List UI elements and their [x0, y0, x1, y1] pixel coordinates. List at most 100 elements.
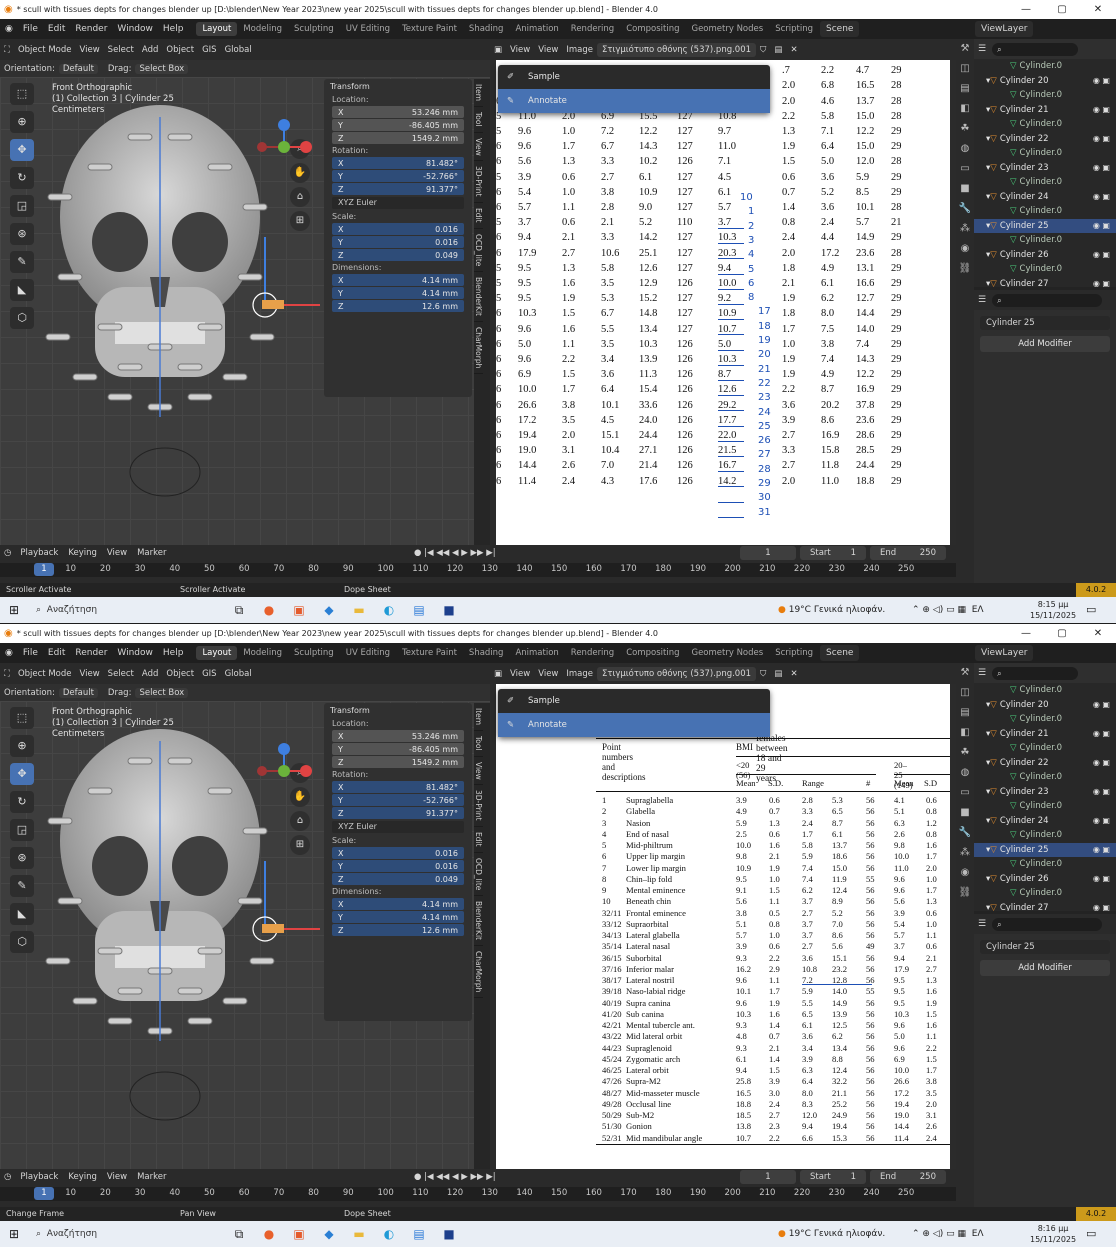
- start-frame-field[interactable]: Start 1: [800, 546, 866, 560]
- visibility-eye-icon[interactable]: ◉ ▣: [1093, 250, 1110, 259]
- outliner-object[interactable]: ▾ ▽ Cylinder 22 ◉ ▣: [974, 756, 1116, 771]
- outliner-object[interactable]: ▾ ▽ Cylinder 21 ◉ ▣: [974, 103, 1116, 118]
- selected-cylinder-25[interactable]: [262, 924, 284, 933]
- visibility-eye-icon[interactable]: ◉ ▣: [1093, 787, 1110, 796]
- workspace-tab-texture-paint[interactable]: Texture Paint: [396, 22, 463, 36]
- tool-annotate[interactable]: ✎ Annotate: [498, 89, 770, 113]
- outliner-mesh-data[interactable]: ▽ Cylinder.0: [974, 799, 1116, 814]
- add-modifier-button[interactable]: Add Modifier: [980, 960, 1110, 976]
- collection-props-icon[interactable]: ▭: [956, 159, 974, 179]
- app-icon-1[interactable]: ▣: [284, 603, 314, 617]
- weather-widget[interactable]: ● 19°C Γενικά ηλιοφάν.: [778, 597, 885, 623]
- scale-z[interactable]: Z 0.049: [332, 249, 464, 261]
- tissue-cylinder[interactable]: [117, 987, 143, 995]
- image-close-icon[interactable]: ✕: [786, 45, 801, 55]
- view-layer-selector[interactable]: ViewLayer: [975, 21, 1034, 37]
- outliner-object[interactable]: ▾ ▽ Cylinder 24 ◉ ▣: [974, 814, 1116, 829]
- image-name-field[interactable]: Στιγμιότυπο οθόνης (537).png.001: [597, 666, 757, 681]
- minimize-button[interactable]: —: [1008, 0, 1044, 19]
- view-layer-props-icon[interactable]: ◧: [956, 99, 974, 119]
- tissue-cylinder[interactable]: [207, 787, 233, 795]
- firefox-icon[interactable]: ●: [254, 1227, 284, 1241]
- tissue-cylinder[interactable]: [117, 363, 143, 371]
- 3d-viewport[interactable]: ⛶ Object Mode View Select Add Object GIS Global…: [0, 663, 490, 1169]
- tissue-cylinder[interactable]: [45, 957, 71, 965]
- menu-help[interactable]: Help: [158, 24, 189, 34]
- start-frame-field[interactable]: Start 1: [800, 1170, 866, 1184]
- particles-props-icon[interactable]: ⁂: [956, 219, 974, 239]
- tissue-cylinder[interactable]: [47, 193, 73, 201]
- workspace-tab-compositing[interactable]: Compositing: [620, 646, 685, 660]
- rotation-x[interactable]: X 81.482°: [332, 781, 464, 793]
- modifier-props-icon[interactable]: 🔧: [956, 199, 974, 219]
- workspace-tab-layout[interactable]: Layout: [196, 22, 238, 36]
- rotate-tool-icon[interactable]: ↻: [10, 791, 34, 813]
- visibility-eye-icon[interactable]: ◉ ▣: [1093, 221, 1110, 230]
- timeline-editor-icon[interactable]: ◷: [0, 1172, 15, 1182]
- sidebar-tab-view[interactable]: View: [474, 133, 483, 162]
- dimension-x[interactable]: X 4.14 mm: [332, 898, 464, 910]
- close-button[interactable]: ✕: [1080, 0, 1116, 19]
- tissue-cylinder[interactable]: [187, 1017, 213, 1025]
- sidebar-tab-tool[interactable]: Tool: [474, 731, 483, 757]
- outliner-filter-icon[interactable]: ☰: [978, 44, 986, 54]
- outliner-filter-icon[interactable]: ☰: [978, 668, 986, 678]
- ortho-grid-icon[interactable]: ⊞: [290, 211, 310, 231]
- app-icon-3[interactable]: ▤: [404, 603, 434, 617]
- windows-start-icon[interactable]: ⊞: [0, 603, 28, 617]
- scale-tool-icon[interactable]: ◲: [10, 819, 34, 841]
- viewport-menu-global[interactable]: Global: [221, 45, 256, 55]
- camera-icon[interactable]: ⌂: [290, 811, 310, 831]
- location-y[interactable]: Y -86.405 mm: [332, 119, 464, 131]
- workspace-tab-shading[interactable]: Shading: [463, 22, 510, 36]
- add-cube-tool-icon[interactable]: ⬡: [10, 931, 34, 953]
- rotation-z[interactable]: Z 91.377°: [332, 807, 464, 819]
- edge-icon[interactable]: ◐: [374, 1227, 404, 1241]
- outliner-object[interactable]: ▾ ▽ Cylinder 25 ◉ ▣: [974, 842, 1116, 857]
- select-box-tool-icon[interactable]: ⬚: [10, 83, 34, 105]
- outliner-mesh-data[interactable]: ▽ Cylinder.0: [974, 88, 1116, 103]
- scene-selector[interactable]: Scene: [820, 21, 860, 37]
- image-editor[interactable]: ▣ View View Image Στιγμιότυπο οθόνης (53…: [490, 663, 956, 1169]
- outliner-mesh-data[interactable]: ▽ Cylinder.0: [974, 741, 1116, 756]
- camera-icon[interactable]: ⌂: [290, 187, 310, 207]
- tissue-cylinder[interactable]: [237, 273, 263, 281]
- tissue-cylinder[interactable]: [87, 163, 113, 171]
- navigation-gizmo[interactable]: [254, 117, 314, 177]
- file-explorer-icon[interactable]: ▬: [344, 603, 374, 617]
- image-close-icon[interactable]: ✕: [786, 669, 801, 679]
- language-indicator[interactable]: ΕΛ: [972, 605, 984, 615]
- notifications-icon[interactable]: ▭: [1086, 597, 1096, 623]
- visibility-eye-icon[interactable]: ◉ ▣: [1093, 279, 1110, 287]
- outliner-mesh-data[interactable]: ▽ Cylinder.0: [974, 233, 1116, 248]
- tissue-cylinder[interactable]: [242, 827, 268, 835]
- world-props-icon[interactable]: ◍: [956, 763, 974, 783]
- tissue-cylinder[interactable]: [197, 323, 223, 331]
- measure-tool-icon[interactable]: ◣: [10, 903, 34, 925]
- sidebar-tab-item[interactable]: Item: [474, 79, 483, 108]
- menu-help[interactable]: Help: [158, 648, 189, 658]
- editor-type-icon[interactable]: ⛶: [0, 669, 14, 679]
- timeline-ruler[interactable]: 10 20 30 40 50 60 70 80 90 100 110 120 130 140 150 160 1…: [0, 563, 956, 577]
- particles-props-icon[interactable]: ⁂: [956, 843, 974, 863]
- measure-tool-icon[interactable]: ◣: [10, 279, 34, 301]
- taskbar-search[interactable]: ⌕ Αναζήτηση: [28, 1223, 224, 1245]
- task-view-icon[interactable]: ⧉: [224, 1227, 254, 1242]
- viewport-menu-object[interactable]: Object: [162, 45, 198, 55]
- editor-type-icon[interactable]: ⛶: [0, 45, 14, 55]
- view-menu-1[interactable]: View: [506, 45, 534, 55]
- viewport-menu-select[interactable]: Select: [104, 669, 138, 679]
- scale-x[interactable]: X 0.016: [332, 223, 464, 235]
- sidebar-tab-view[interactable]: View: [474, 757, 483, 786]
- timeline-menu-playback[interactable]: Playback: [15, 548, 63, 558]
- dimension-z[interactable]: Z 12.6 mm: [332, 300, 464, 312]
- visibility-eye-icon[interactable]: ◉ ▣: [1093, 134, 1110, 143]
- image-menu[interactable]: Image: [562, 669, 597, 679]
- rotation-mode-dropdown[interactable]: XYZ Euler: [332, 821, 464, 833]
- workspace-tab-rendering[interactable]: Rendering: [565, 646, 620, 660]
- outliner-mesh-data[interactable]: ▽ Cylinder.0: [974, 857, 1116, 872]
- outliner-mesh-data[interactable]: ▽ Cylinder.0: [974, 59, 1116, 74]
- image-editor[interactable]: ▣ View View Image Στιγμιότυπο οθόνης (53…: [490, 39, 956, 545]
- viewport-menu-gis[interactable]: GIS: [198, 669, 221, 679]
- viewport-menu-view[interactable]: View: [76, 669, 104, 679]
